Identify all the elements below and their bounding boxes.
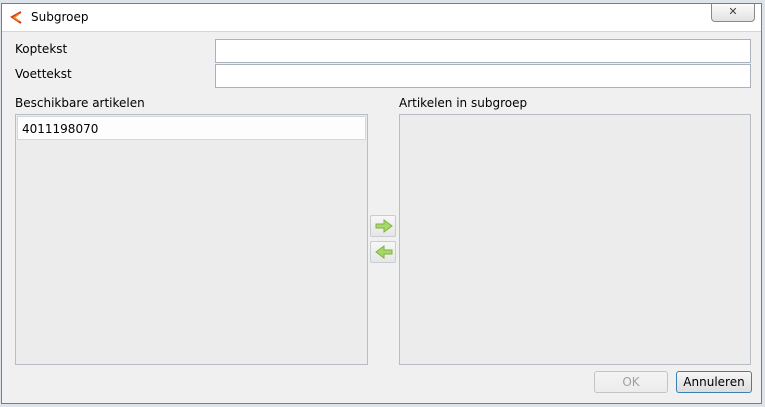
- arrow-right-icon: [375, 219, 393, 233]
- voettekst-input[interactable]: [215, 64, 751, 88]
- subgroup-articles-label: Artikelen in subgroep: [399, 96, 528, 110]
- cancel-button[interactable]: Annuleren: [676, 371, 752, 393]
- close-button[interactable]: ✕: [711, 4, 755, 22]
- koptekst-input[interactable]: [215, 39, 751, 63]
- voettekst-label: Voettekst: [15, 67, 72, 81]
- available-articles-label: Beschikbare artikelen: [15, 96, 145, 110]
- subgroep-dialog: Subgroep ✕ Koptekst Voettekst Beschikbar…: [1, 3, 762, 404]
- list-item[interactable]: 4011198070: [17, 116, 366, 140]
- window-title: Subgroep: [31, 10, 89, 24]
- ok-button[interactable]: OK: [594, 371, 668, 393]
- app-logo-icon: [8, 10, 24, 26]
- article-number: 4011198070: [22, 122, 99, 136]
- arrow-left-icon: [375, 245, 393, 259]
- close-icon: ✕: [728, 5, 738, 18]
- available-articles-list[interactable]: 4011198070: [15, 114, 368, 365]
- koptekst-label: Koptekst: [15, 42, 68, 56]
- title-bar: Subgroep ✕: [2, 4, 761, 32]
- subgroup-articles-list[interactable]: [399, 114, 751, 365]
- remove-from-subgroup-button[interactable]: [370, 241, 396, 263]
- add-to-subgroup-button[interactable]: [370, 215, 396, 237]
